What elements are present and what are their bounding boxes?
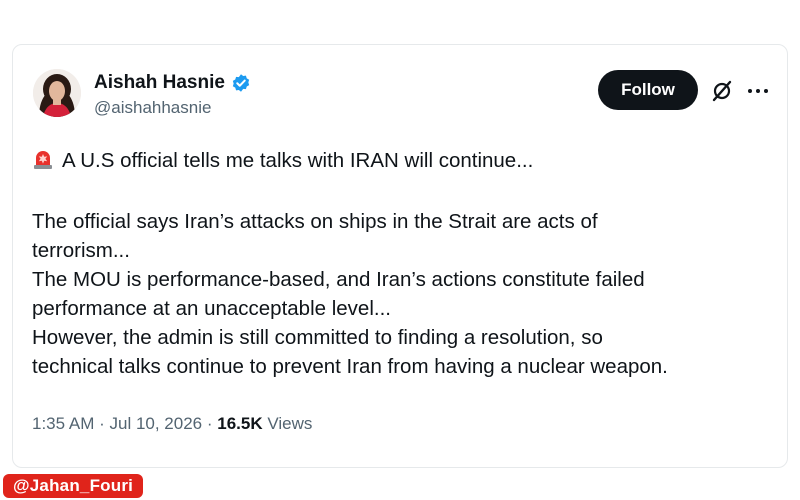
grok-icon[interactable] bbox=[710, 79, 734, 103]
woman-avatar-icon bbox=[33, 69, 81, 117]
author-name-row: Aishah Hasnie bbox=[94, 72, 251, 94]
tweet-time[interactable]: 1:35 AM bbox=[32, 414, 94, 433]
meta-separator: · bbox=[202, 414, 218, 433]
author-name[interactable]: Aishah Hasnie bbox=[94, 72, 225, 94]
avatar[interactable] bbox=[33, 69, 81, 117]
more-options-icon[interactable] bbox=[746, 79, 770, 103]
watermark-badge: @Jahan_Fouri bbox=[3, 474, 144, 498]
views-count: 16.5K bbox=[217, 414, 263, 433]
follow-button[interactable]: Follow bbox=[598, 70, 698, 110]
meta-separator: · bbox=[94, 414, 110, 433]
verified-badge-icon bbox=[232, 74, 250, 92]
tweet-line-3: terrorism... bbox=[32, 239, 130, 262]
views-label: Views bbox=[267, 414, 313, 433]
tweet-line-7: technical talks continue to prevent Iran… bbox=[32, 355, 668, 378]
tweet-line-0: A U.S official tells me talks with IRAN … bbox=[62, 149, 534, 172]
tweet-line-2: The official says Iran’s attacks on ship… bbox=[32, 210, 598, 233]
tweet-line-6: However, the admin is still committed to… bbox=[32, 326, 603, 349]
tweet-line: A U.S official tells me talks with IRAN … bbox=[32, 146, 772, 178]
author-handle[interactable]: @aishahhasnie bbox=[94, 98, 211, 118]
tweet-text: A U.S official tells me talks with IRAN … bbox=[32, 146, 772, 381]
siren-emoji-icon bbox=[32, 148, 54, 178]
tweet-meta: 1:35 AM · Jul 10, 2026 · 16.5K Views bbox=[32, 414, 312, 434]
tweet-line-1 bbox=[32, 178, 772, 207]
tweet-line-4: The MOU is performance-based, and Iran’s… bbox=[32, 268, 645, 291]
tweet-date[interactable]: Jul 10, 2026 bbox=[109, 414, 202, 433]
tweet-line-5: performance at an unacceptable level... bbox=[32, 297, 391, 320]
